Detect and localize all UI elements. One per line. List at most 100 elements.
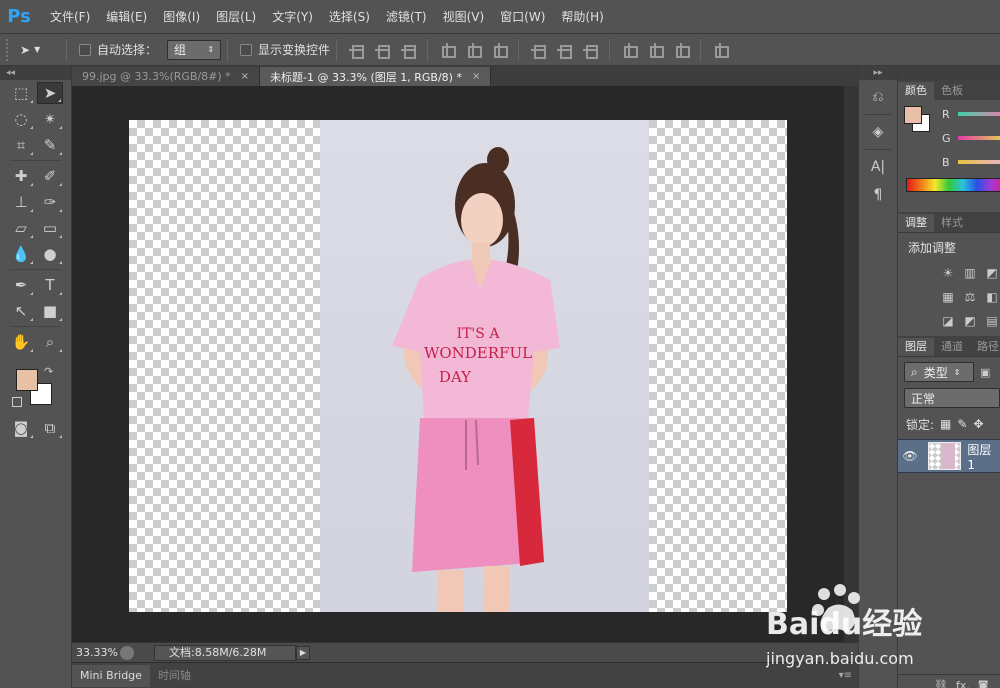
menu-select[interactable]: 选择(S) (321, 0, 378, 34)
distribute-bottom-icon[interactable] (582, 42, 599, 59)
move-tool-icon[interactable]: ➤ (37, 82, 63, 104)
tab-styles[interactable]: 样式 (934, 214, 970, 232)
r-slider[interactable] (958, 112, 1000, 116)
image-filter-icon[interactable]: ▣ (980, 366, 990, 379)
magic-wand-tool-icon[interactable]: ✴ (37, 108, 63, 130)
document-canvas[interactable]: IT'S A WONDERFUL DAY (129, 120, 787, 612)
zoom-level-field[interactable]: 33.33% (72, 646, 120, 659)
options-grip[interactable] (6, 38, 12, 61)
tab-color[interactable]: 颜色 (898, 82, 934, 100)
align-right-icon[interactable] (491, 42, 509, 58)
proof-icon[interactable] (120, 645, 134, 660)
distribute-top-icon[interactable] (530, 42, 547, 59)
show-transform-checkbox[interactable]: 显示变换控件 (240, 41, 330, 58)
menu-image[interactable]: 图像(I) (155, 0, 208, 34)
gradient-map-icon[interactable]: ▤ (984, 314, 1000, 328)
vertical-scrollbar[interactable] (844, 86, 858, 642)
g-slider[interactable] (958, 136, 1000, 140)
menu-help[interactable]: 帮助(H) (553, 0, 611, 34)
distribute-left-icon[interactable] (621, 42, 639, 58)
tab-timeline[interactable]: 时间轴 (150, 665, 199, 687)
auto-select-checkbox[interactable]: 自动选择： (79, 41, 157, 58)
levels-icon[interactable]: ▥ (962, 266, 978, 280)
panel-header[interactable] (898, 66, 1000, 80)
link-layers-icon[interactable]: ⛓ (934, 679, 948, 688)
distribute-vcenter-icon[interactable] (556, 42, 573, 59)
marquee-tool-icon[interactable]: ⬚ (8, 82, 34, 104)
visibility-eye-icon[interactable]: 👁 (898, 449, 922, 463)
align-left-icon[interactable] (439, 42, 457, 58)
lasso-tool-icon[interactable]: ◌ (8, 108, 34, 130)
close-icon[interactable]: × (241, 71, 249, 82)
eraser-tool-icon[interactable]: ▱ (8, 217, 34, 239)
b-slider[interactable] (958, 160, 1000, 164)
type-tool-icon[interactable]: T (37, 274, 63, 296)
photo-layer[interactable]: IT'S A WONDERFUL DAY (320, 120, 649, 612)
lock-pixels-icon[interactable]: ✎ (957, 417, 967, 431)
layer-filter-dropdown[interactable]: ⌕ 类型 ⇕ (904, 362, 974, 382)
character-panel-icon[interactable]: A| (866, 156, 890, 178)
invert-icon[interactable]: ◪ (940, 314, 956, 328)
menu-window[interactable]: 窗口(W) (492, 0, 553, 34)
tab-channels[interactable]: 通道 (934, 338, 970, 356)
tab-adjustments[interactable]: 调整 (898, 214, 934, 232)
menu-layer[interactable]: 图层(L) (208, 0, 264, 34)
color-balance-icon[interactable]: ⚖ (962, 290, 978, 304)
strip-header[interactable]: ▸▸ (859, 66, 897, 80)
canvas-area[interactable]: IT'S A WONDERFUL DAY (72, 86, 858, 642)
menu-filter[interactable]: 滤镜(T) (378, 0, 435, 34)
color-spectrum[interactable] (906, 178, 1000, 192)
eyedropper-tool-icon[interactable]: ✎ (37, 134, 63, 156)
align-vcenter-icon[interactable] (374, 42, 391, 59)
lock-position-icon[interactable]: ✥ (973, 417, 983, 431)
crop-tool-icon[interactable]: ⌗ (8, 134, 34, 156)
lock-transparent-icon[interactable]: ▦ (940, 417, 951, 431)
history-panel-icon[interactable]: ⎌ (866, 86, 890, 108)
menu-edit[interactable]: 编辑(E) (98, 0, 155, 34)
pen-tool-icon[interactable]: ✒ (8, 274, 34, 296)
3d-panel-icon[interactable]: ◈ (866, 121, 890, 143)
align-hcenter-icon[interactable] (465, 42, 483, 58)
layer-thumbnail[interactable] (927, 442, 962, 470)
vibrance-icon[interactable]: ▦ (940, 290, 956, 304)
posterize-icon[interactable]: ◩ (962, 314, 978, 328)
brush-tool-icon[interactable]: ✐ (37, 165, 63, 187)
blend-mode-dropdown[interactable]: 正常 (904, 388, 1000, 408)
status-menu-arrow-icon[interactable]: ▶ (296, 645, 310, 660)
add-mask-icon[interactable]: ◙ (978, 679, 989, 688)
black-white-icon[interactable]: ◧ (984, 290, 1000, 304)
dodge-tool-icon[interactable]: ● (37, 243, 63, 265)
rectangle-tool-icon[interactable]: ■ (37, 300, 63, 322)
zoom-tool-icon[interactable]: ⌕ (37, 331, 63, 353)
hand-tool-icon[interactable]: ✋ (8, 331, 34, 353)
tab-paths[interactable]: 路径 (970, 338, 1000, 356)
gradient-tool-icon[interactable]: ▭ (37, 217, 63, 239)
curves-icon[interactable]: ◩ (984, 266, 1000, 280)
layer-name[interactable]: 图层 1 (967, 441, 1000, 472)
menu-view[interactable]: 视图(V) (435, 0, 493, 34)
default-colors-icon[interactable] (12, 397, 22, 407)
tab-layers[interactable]: 图层 (898, 338, 934, 356)
tool-preset-picker[interactable]: ➤ ▼ (20, 39, 60, 61)
layer-item[interactable]: 👁 图层 1 (898, 439, 1000, 473)
paragraph-panel-icon[interactable]: ¶ (866, 184, 890, 206)
menu-type[interactable]: 文字(Y) (264, 0, 321, 34)
tab-99-jpg[interactable]: 99.jpg @ 33.3%(RGB/8#) * × (72, 67, 261, 86)
panel-foreground-swatch[interactable] (904, 106, 922, 124)
blur-tool-icon[interactable]: 💧 (8, 243, 34, 265)
tab-swatches[interactable]: 色板 (934, 82, 970, 100)
healing-brush-tool-icon[interactable]: ✚ (8, 165, 34, 187)
close-icon[interactable]: × (472, 71, 480, 82)
distribute-right-icon[interactable] (673, 42, 691, 58)
auto-align-icon[interactable] (712, 42, 730, 58)
distribute-hcenter-icon[interactable] (647, 42, 665, 58)
layer-style-icon[interactable]: fx. (956, 679, 970, 688)
tab-untitled-1[interactable]: 未标题-1 @ 33.3% (图层 1, RGB/8) * × (260, 67, 492, 86)
tools-panel-header[interactable]: ◂◂ (0, 66, 71, 80)
swap-colors-icon[interactable]: ↷ (44, 365, 53, 378)
brightness-icon[interactable]: ☀ (940, 266, 956, 280)
tab-mini-bridge[interactable]: Mini Bridge (72, 664, 150, 687)
clone-stamp-tool-icon[interactable]: ⊥ (8, 191, 34, 213)
align-bottom-icon[interactable] (400, 42, 417, 59)
screen-mode-icon[interactable]: ⧉ (37, 417, 63, 439)
